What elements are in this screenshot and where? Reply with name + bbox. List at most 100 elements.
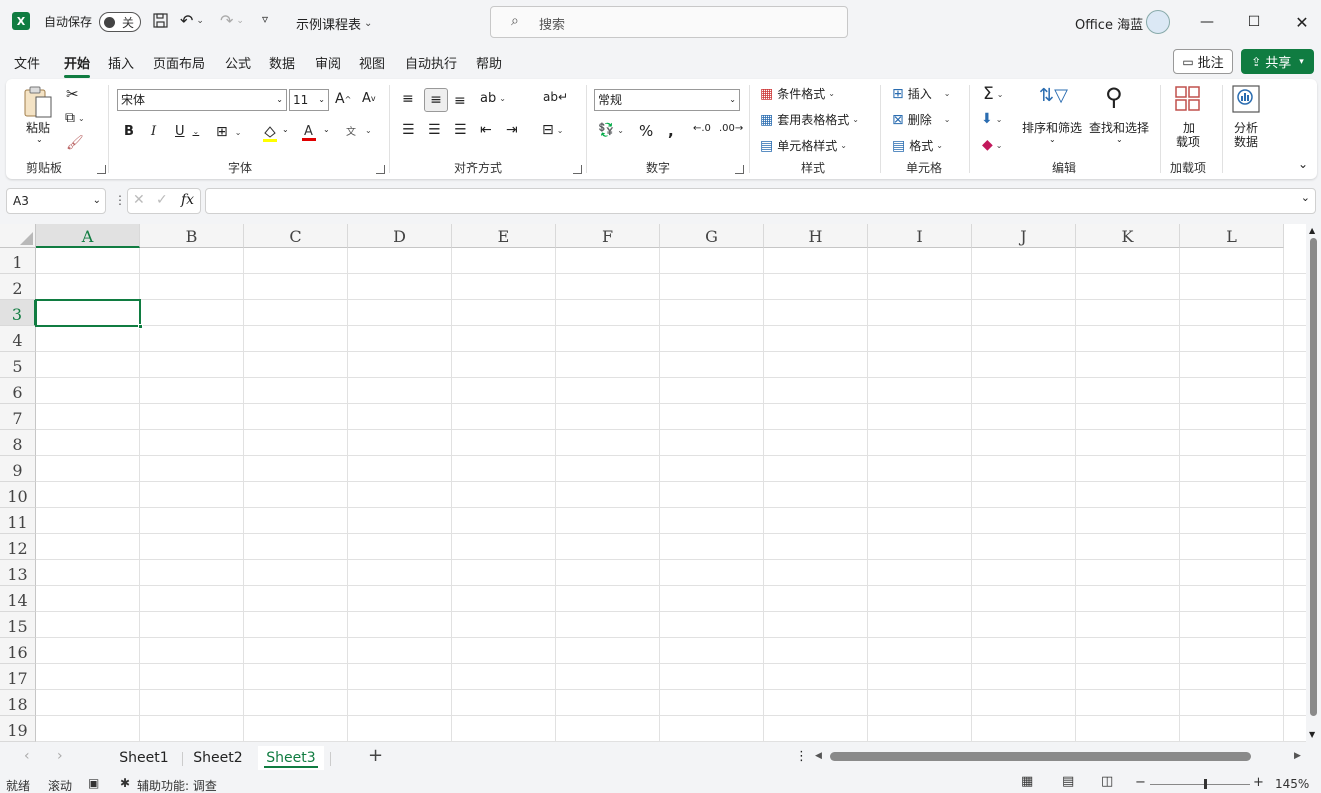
search-box[interactable]: ⌕ 搜索	[490, 6, 848, 38]
autosum-icon[interactable]: Σ ⌄	[983, 84, 1003, 104]
fill-color-icon[interactable]	[262, 123, 278, 143]
row-header-11[interactable]: 11	[0, 508, 36, 534]
paste-dropdown-icon[interactable]: ⌄	[36, 135, 43, 144]
decrease-font-icon[interactable]: Av	[362, 91, 376, 106]
tab-split-handle-icon[interactable]: ⋮	[795, 749, 808, 764]
undo-icon[interactable]: ↶ ⌄	[180, 11, 204, 30]
increase-indent-icon[interactable]: ⇥	[506, 122, 518, 138]
row-header-10[interactable]: 10	[0, 482, 36, 508]
tab-review[interactable]: 审阅	[315, 53, 341, 72]
close-icon[interactable]: ✕	[1287, 8, 1317, 36]
tab-file[interactable]: 文件	[14, 53, 40, 72]
orientation-icon[interactable]: ab ⌄	[480, 91, 506, 106]
row-header-3[interactable]: 3	[0, 300, 36, 326]
column-header-d[interactable]: D	[348, 224, 452, 248]
row-header-16[interactable]: 16	[0, 638, 36, 664]
font-name-combo[interactable]: 宋体 ⌄	[117, 89, 287, 111]
collapse-ribbon-icon[interactable]: ⌄	[1298, 157, 1308, 171]
percent-icon[interactable]: %	[639, 122, 653, 140]
format-as-table-button[interactable]: ▦ 套用表格格式 ⌄	[760, 111, 859, 128]
fill-icon[interactable]: ⬇ ⌄	[981, 111, 1002, 127]
row-header-9[interactable]: 9	[0, 456, 36, 482]
sheet-tab-sheet2[interactable]: Sheet2	[186, 746, 250, 770]
fill-dropdown-icon[interactable]: ⌄	[282, 125, 289, 134]
next-sheet-icon[interactable]: ›	[57, 748, 63, 764]
row-header-5[interactable]: 5	[0, 352, 36, 378]
align-bottom-icon[interactable]: ≡	[454, 93, 466, 109]
underline-button[interactable]: U ⌄	[175, 124, 199, 139]
share-button[interactable]: ⇪ 共享 ▾	[1241, 49, 1314, 74]
clear-icon[interactable]: ◆ ⌄	[982, 137, 1002, 153]
tab-insert[interactable]: 插入	[108, 53, 134, 72]
comma-style-icon[interactable]: ,	[668, 122, 674, 140]
accounting-format-icon[interactable]: 💱 ⌄	[598, 123, 624, 138]
zoom-slider-thumb[interactable]	[1204, 779, 1207, 789]
column-header-j[interactable]: J	[972, 224, 1076, 248]
find-select-label[interactable]: 查找和选择	[1089, 119, 1149, 136]
borders-icon[interactable]: ⊞ ⌄	[216, 124, 241, 140]
save-icon[interactable]	[152, 12, 170, 30]
decrease-indent-icon[interactable]: ⇤	[480, 122, 492, 138]
zoom-slider[interactable]	[1150, 784, 1250, 785]
italic-button[interactable]: I	[151, 124, 156, 139]
maximize-icon[interactable]: ☐	[1239, 8, 1269, 36]
previous-sheet-icon[interactable]: ‹	[24, 748, 30, 764]
normal-view-icon[interactable]: ▦	[1021, 774, 1033, 789]
increase-font-icon[interactable]: A ^	[335, 91, 351, 107]
insert-cells-button[interactable]: ⊞ 插入 ⌄	[892, 85, 950, 102]
addins-icon[interactable]	[1174, 85, 1202, 113]
align-top-icon[interactable]: ≡	[402, 91, 414, 107]
row-header-7[interactable]: 7	[0, 404, 36, 430]
zoom-out-icon[interactable]: −	[1135, 775, 1146, 790]
column-header-f[interactable]: F	[556, 224, 660, 248]
copy-icon[interactable]: ⧉ ⌄	[65, 110, 85, 126]
cancel-icon[interactable]: ✕	[133, 192, 145, 208]
scroll-up-icon[interactable]: ▲	[1309, 226, 1315, 235]
row-header-17[interactable]: 17	[0, 664, 36, 690]
scroll-right-icon[interactable]: ▶	[1294, 751, 1301, 761]
find-select-dropdown-icon[interactable]: ⌄	[1116, 135, 1123, 144]
row-header-19[interactable]: 19	[0, 716, 36, 742]
column-header-g[interactable]: G	[660, 224, 764, 248]
selected-cell[interactable]	[35, 299, 141, 327]
cell-styles-button[interactable]: ▤ 单元格样式 ⌄	[760, 137, 847, 154]
align-middle-icon[interactable]: ≡	[424, 88, 448, 112]
font-launcher-icon[interactable]	[376, 165, 385, 174]
clipboard-launcher-icon[interactable]	[97, 165, 106, 174]
conditional-formatting-button[interactable]: ▦ 条件格式 ⌄	[760, 85, 835, 102]
more-options-icon[interactable]: ⋮	[114, 193, 126, 207]
row-header-18[interactable]: 18	[0, 690, 36, 716]
insert-function-icon[interactable]: fx	[181, 192, 194, 208]
paste-label[interactable]: 粘贴	[26, 119, 50, 136]
font-color-icon[interactable]: A	[301, 122, 317, 142]
column-header-b[interactable]: B	[140, 224, 244, 248]
font-size-combo[interactable]: 11 ⌄	[289, 89, 329, 111]
sheet-tab-sheet1[interactable]: Sheet1	[112, 746, 176, 770]
row-header-13[interactable]: 13	[0, 560, 36, 586]
column-header-i[interactable]: I	[868, 224, 972, 248]
wrap-text-icon[interactable]: ab↵	[543, 90, 568, 104]
increase-decimal-icon[interactable]: ←.0	[693, 123, 711, 134]
sort-filter-dropdown-icon[interactable]: ⌄	[1049, 135, 1056, 144]
font-color-dropdown-icon[interactable]: ⌄	[323, 125, 330, 134]
analyze-data-label-2[interactable]: 数据	[1234, 133, 1258, 150]
addins-label-2[interactable]: 载项	[1176, 133, 1200, 150]
cut-icon[interactable]: ✂	[66, 85, 79, 103]
number-format-combo[interactable]: 常规 ⌄	[594, 89, 740, 111]
find-select-icon[interactable]: ⚲	[1105, 83, 1123, 111]
tab-view[interactable]: 视图	[359, 53, 385, 72]
scroll-down-icon[interactable]: ▼	[1309, 730, 1315, 739]
tab-automate[interactable]: 自动执行	[405, 53, 457, 72]
select-all-corner[interactable]	[0, 224, 36, 248]
row-header-6[interactable]: 6	[0, 378, 36, 404]
name-box[interactable]: A3 ⌄	[6, 188, 106, 214]
zoom-level[interactable]: 145%	[1275, 777, 1309, 791]
zoom-in-icon[interactable]: +	[1253, 775, 1264, 790]
row-header-15[interactable]: 15	[0, 612, 36, 638]
expand-formula-icon[interactable]: ⌄	[1301, 191, 1310, 204]
macro-record-icon[interactable]: ▣	[88, 776, 99, 790]
tab-page-layout[interactable]: 页面布局	[153, 53, 205, 72]
row-header-14[interactable]: 14	[0, 586, 36, 612]
enter-icon[interactable]: ✓	[156, 192, 168, 208]
row-header-12[interactable]: 12	[0, 534, 36, 560]
